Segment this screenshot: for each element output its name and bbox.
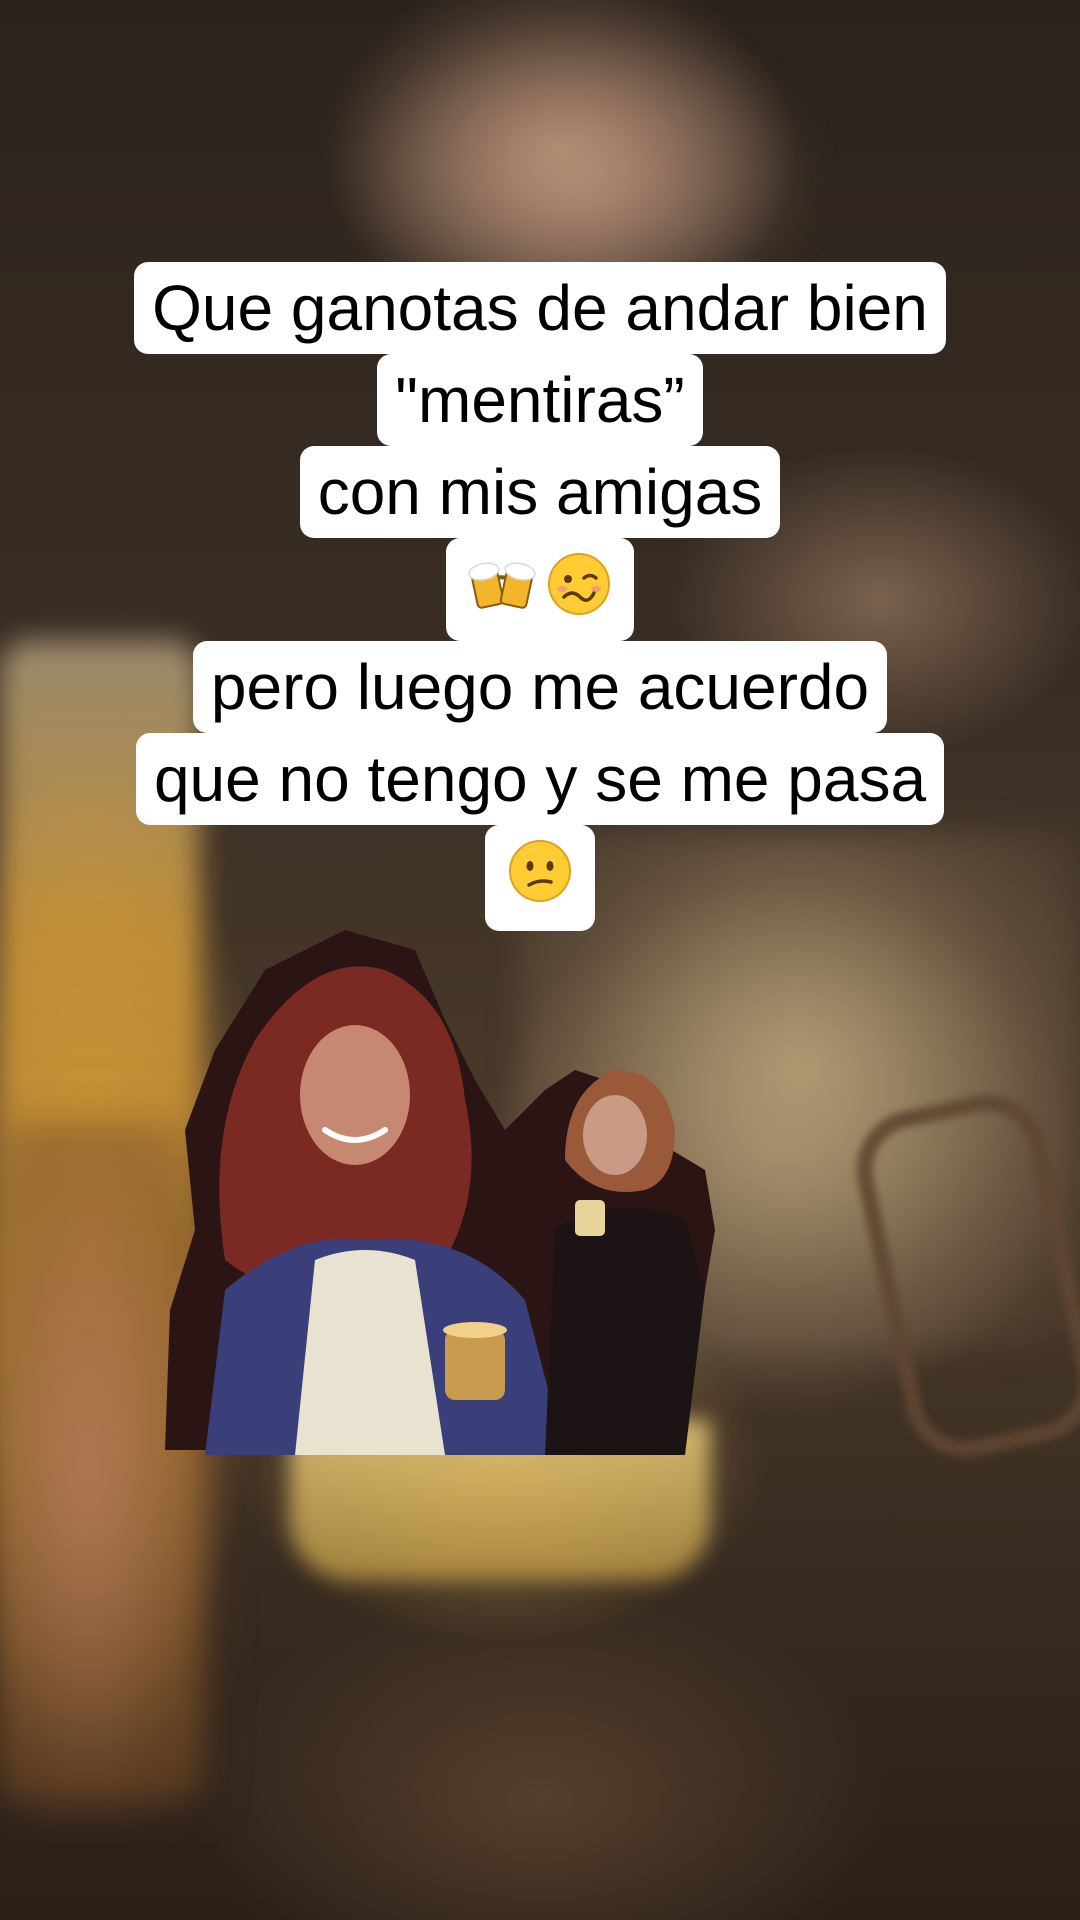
caption-emoji-line-1 — [446, 538, 634, 641]
caption-line-4: pero luego me acuerdo — [192, 641, 888, 733]
woozy-face-icon — [548, 553, 610, 615]
confused-face-icon — [509, 840, 571, 902]
woman-left-face — [300, 1025, 410, 1165]
caption-line-1: Que ganotas de andar bien — [134, 262, 946, 354]
woman-right-body — [545, 1207, 705, 1455]
beer-mugs-icon — [468, 562, 536, 609]
woman-right-face — [583, 1095, 647, 1175]
women-celebrating-sticker — [165, 930, 715, 1455]
caption-emoji-line-2 — [485, 825, 595, 931]
caption-line-2: "mentiras” — [377, 354, 703, 446]
video-frame: Que ganotas de andar bien "mentiras” con… — [0, 0, 1080, 1920]
caption-line-5: que no tengo y se me pasa — [135, 733, 945, 825]
caption-line-3: con mis amigas — [299, 446, 781, 538]
right-woman-glass — [575, 1200, 605, 1236]
cocktail-glass — [445, 1330, 505, 1400]
caption-text-overlay: Que ganotas de andar bien "mentiras” con… — [0, 262, 1080, 931]
